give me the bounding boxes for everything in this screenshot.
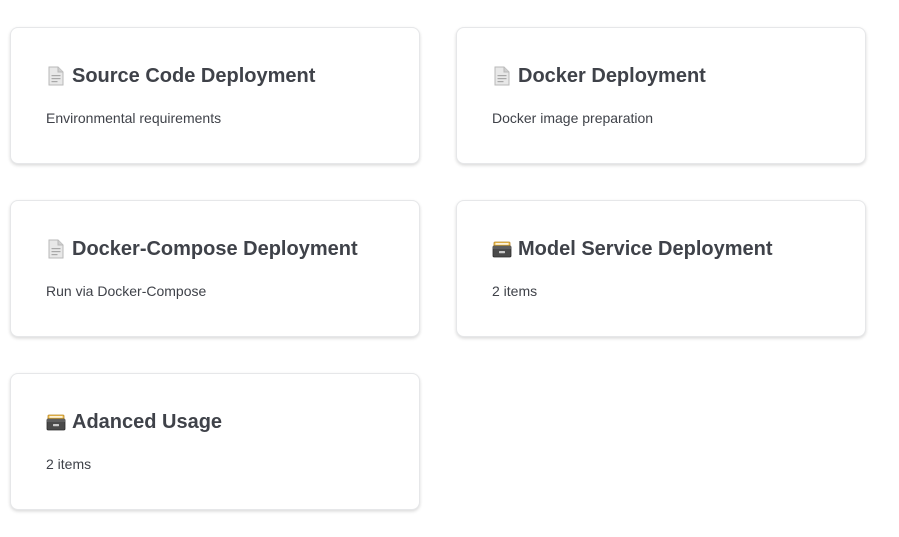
card-description: Docker image preparation <box>492 110 654 126</box>
card-file-box-icon <box>492 239 512 259</box>
card-title: Adanced Usage <box>46 410 399 434</box>
card-title: Docker Deployment <box>492 64 845 88</box>
card-title-text: Source Code Deployment <box>72 65 316 87</box>
card-title-text: Docker-Compose Deployment <box>72 238 358 260</box>
card-description: 2 items <box>46 456 92 472</box>
card-docker-deployment[interactable]: Docker Deployment Docker image preparati… <box>456 27 866 164</box>
doc-card-grid: Source Code Deployment Environmental req… <box>10 27 866 510</box>
card-title: Docker-Compose Deployment <box>46 237 399 261</box>
card-title: Model Service Deployment <box>492 237 845 261</box>
card-source-code-deployment[interactable]: Source Code Deployment Environmental req… <box>10 27 420 164</box>
card-title-text: Model Service Deployment <box>518 238 773 260</box>
document-icon <box>46 239 66 259</box>
card-description: Run via Docker-Compose <box>46 283 207 299</box>
card-description: Environmental requirements <box>46 110 222 126</box>
card-model-service-deployment[interactable]: Model Service Deployment 2 items <box>456 200 866 337</box>
document-icon <box>492 66 512 86</box>
card-description: 2 items <box>492 283 538 299</box>
card-advanced-usage[interactable]: Adanced Usage 2 items <box>10 373 420 510</box>
document-icon <box>46 66 66 86</box>
card-title-text: Docker Deployment <box>518 65 706 87</box>
card-docker-compose-deployment[interactable]: Docker-Compose Deployment Run via Docker… <box>10 200 420 337</box>
card-title-text: Adanced Usage <box>72 411 223 433</box>
card-file-box-icon <box>46 412 66 432</box>
card-title: Source Code Deployment <box>46 64 399 88</box>
